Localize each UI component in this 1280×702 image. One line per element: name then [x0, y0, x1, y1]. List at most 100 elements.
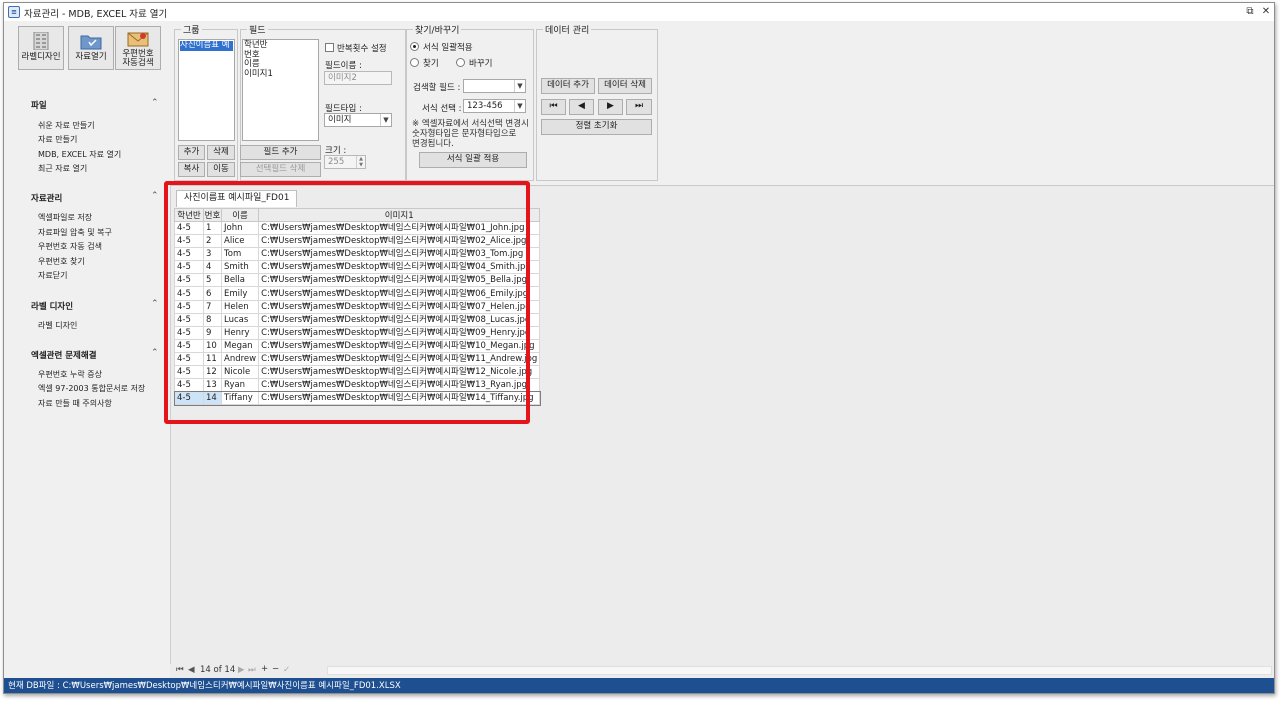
data-title: 데이터 관리 — [543, 23, 592, 36]
pager-last-icon[interactable]: ⏭ — [248, 665, 256, 675]
highlight-box — [164, 181, 530, 424]
first-record-button[interactable]: ⏮ — [541, 99, 566, 115]
postal-search-label: 우편번호 자동검색 — [122, 49, 154, 68]
horizontal-scrollbar[interactable] — [327, 666, 1272, 675]
chevron-down-icon: ▼ — [380, 114, 391, 126]
next-record-button[interactable]: ▶ — [598, 99, 623, 115]
sidebar-item-close-data[interactable]: 자료닫기 — [38, 270, 67, 281]
find-title: 찾기/바꾸기 — [413, 23, 462, 36]
repeat-label: 반복횟수 설정 — [337, 44, 387, 54]
next-icon: ▶ — [607, 101, 614, 111]
open-data-label: 자료열기 — [75, 52, 107, 62]
app-window: ≡ 자료관리 - MDB, EXCEL 자료 열기 ⧉ ✕ 라벨디자인 자료열기 — [3, 2, 1275, 694]
last-icon: ⏭ — [634, 101, 644, 111]
apply-all-label: 서식 일괄적용 — [423, 43, 473, 53]
size-stepper[interactable]: 255 ▲ ▼ — [324, 155, 366, 169]
replace-radio[interactable] — [456, 58, 465, 67]
chevron-up-icon[interactable]: ⌃ — [151, 98, 159, 108]
sidebar-item-compress[interactable]: 자료파일 압축 및 복구 — [38, 227, 112, 238]
sidebar-body: 파일 ⌃ 쉬운 자료 만들기 자료 만들기 MDB, EXCEL 자료 열기 최… — [4, 93, 170, 588]
sidebar-item-cautions[interactable]: 자료 만들 때 주의사항 — [38, 398, 112, 409]
sidebar-item-create[interactable]: 자료 만들기 — [38, 134, 77, 145]
field-title: 필드 — [247, 23, 268, 36]
format-note: ※ 엑셀자료에서 서식선택 변경시 숫자형타입은 문자형타입으로 변경됩니다. — [412, 119, 529, 149]
delete-field-button[interactable]: 선택필드 삭제 — [240, 162, 321, 177]
open-data-button[interactable]: 자료열기 — [68, 26, 114, 70]
find-label: 찾기 — [423, 59, 439, 69]
pager-position: 14 of 14 — [200, 665, 236, 675]
format-label: 서식 선택 : — [422, 104, 462, 114]
find-radio[interactable] — [410, 58, 419, 67]
pager-next-icon[interactable]: ▶ — [238, 665, 245, 675]
sidebar-item-postal-auto[interactable]: 우편번호 자동 검색 — [38, 241, 102, 252]
sidebar-section-excel-title[interactable]: 엑셀관련 문제해결 — [31, 349, 97, 361]
sidebar-item-easy-create[interactable]: 쉬운 자료 만들기 — [38, 120, 95, 131]
postal-search-button[interactable]: 우편번호 자동검색 — [115, 26, 161, 70]
spin-icon[interactable]: ▲ ▼ — [356, 156, 365, 168]
field-type-value: 이미지 — [328, 115, 352, 125]
last-record-button[interactable]: ⏭ — [626, 99, 652, 115]
prev-icon: ◀ — [578, 101, 585, 111]
field-name-label: 필드이름 : — [325, 61, 362, 71]
ribbon: 라벨디자인 자료열기 우편번호 자동검색 그룹 사진이름표 예 추가 삭제 복사… — [4, 21, 1274, 186]
group-move-button[interactable]: 이동 — [207, 162, 235, 177]
chevron-up-icon[interactable]: ⌃ — [151, 299, 159, 309]
sidebar-section-file-title[interactable]: 파일 — [31, 99, 47, 111]
record-navigator: ⏮ ◀ 14 of 14 ▶ ⏭ + − ✓ — [170, 664, 1274, 678]
search-field-label: 검색할 필드 : — [413, 83, 461, 93]
sidebar-section-label-title[interactable]: 라벨 디자인 — [31, 300, 73, 312]
pager-first-icon[interactable]: ⏮ — [176, 665, 184, 675]
document-icon: ≡ — [8, 6, 20, 18]
sidebar-item-recent[interactable]: 최근 자료 열기 — [38, 163, 87, 174]
label-design-button[interactable]: 라벨디자인 — [18, 26, 64, 70]
label-design-label: 라벨디자인 — [21, 52, 61, 62]
reset-sort-button[interactable]: 정렬 초기화 — [541, 119, 652, 135]
apply-format-button[interactable]: 서식 일괄 적용 — [419, 152, 527, 168]
group-add-button[interactable]: 추가 — [178, 145, 205, 160]
close-button[interactable]: ✕ — [1259, 6, 1273, 18]
sidebar-item-save-97[interactable]: 엑셀 97-2003 통합문서로 저장 — [38, 383, 145, 394]
restore-button[interactable]: ⧉ — [1243, 6, 1257, 18]
field-listbox[interactable]: 학년반 번호 이름 이미지1 — [242, 39, 319, 141]
repeat-checkbox[interactable] — [325, 43, 334, 52]
folder-icon — [80, 35, 102, 50]
group-list-item[interactable]: 사진이름표 예 — [180, 40, 233, 51]
format-select[interactable]: 123-456 ▼ — [463, 99, 526, 113]
apply-all-radio[interactable] — [410, 42, 419, 51]
sidebar-item-open[interactable]: MDB, EXCEL 자료 열기 — [38, 149, 121, 160]
title-bar: ≡ 자료관리 - MDB, EXCEL 자료 열기 ⧉ ✕ — [4, 3, 1274, 21]
field-name-input[interactable]: 이미지2 — [324, 71, 392, 85]
group-title: 그룹 — [181, 23, 202, 36]
sidebar-item-postal-missing[interactable]: 우편번호 누락 증상 — [38, 369, 102, 380]
label-design-icon — [33, 32, 49, 50]
status-bar: 현재 DB파일 : C:₩Users₩james₩Desktop₩네임스티커₩예… — [4, 678, 1274, 693]
prev-record-button[interactable]: ◀ — [569, 99, 594, 115]
delete-data-button[interactable]: 데이터 삭제 — [598, 78, 652, 94]
sidebar-section-data-title[interactable]: 자료관리 — [31, 192, 62, 204]
replace-label: 바꾸기 — [469, 59, 493, 69]
window-title: 자료관리 - MDB, EXCEL 자료 열기 — [24, 9, 168, 20]
chevron-up-icon[interactable]: ⌃ — [151, 348, 159, 358]
group-delete-button[interactable]: 삭제 — [207, 145, 235, 160]
first-icon: ⏮ — [549, 101, 558, 111]
search-field-select[interactable]: ▼ — [463, 79, 526, 93]
chevron-up-icon[interactable]: ⌃ — [151, 191, 159, 201]
size-value: 255 — [328, 157, 345, 167]
pager-confirm-icon[interactable]: ✓ — [283, 665, 290, 675]
pager-add-icon[interactable]: + — [261, 664, 268, 674]
chevron-down-icon: ▼ — [514, 80, 525, 92]
format-value: 123-456 — [467, 101, 503, 111]
field-type-select[interactable]: 이미지 ▼ — [324, 113, 392, 127]
sidebar-item-label-design[interactable]: 라벨 디자인 — [38, 320, 77, 331]
chevron-down-icon: ▼ — [514, 100, 525, 112]
add-field-button[interactable]: 필드 추가 — [240, 145, 321, 160]
sidebar-item-save-excel[interactable]: 엑셀파일로 저장 — [38, 212, 92, 223]
group-listbox[interactable]: 사진이름표 예 — [178, 39, 235, 141]
field-list-item[interactable]: 이미지1 — [244, 69, 317, 80]
add-data-button[interactable]: 데이터 추가 — [541, 78, 595, 94]
sidebar-item-postal-find[interactable]: 우편번호 찾기 — [38, 256, 85, 267]
pager-remove-icon[interactable]: − — [272, 664, 279, 674]
group-copy-button[interactable]: 복사 — [178, 162, 205, 177]
pager-prev-icon[interactable]: ◀ — [188, 665, 195, 675]
mail-icon — [127, 32, 149, 47]
